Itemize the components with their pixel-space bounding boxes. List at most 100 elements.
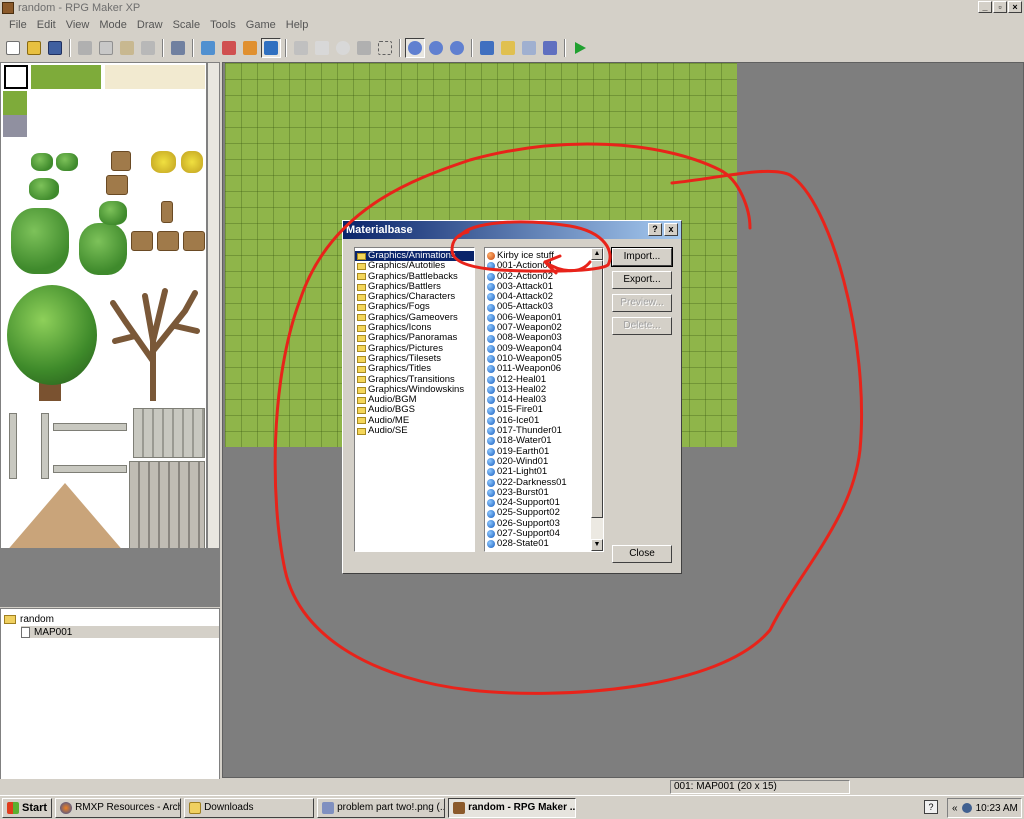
menu-edit[interactable]: Edit bbox=[32, 19, 61, 31]
rectangle-button[interactable] bbox=[312, 38, 332, 58]
task-rpg-maker[interactable]: random - RPG Maker ... bbox=[448, 797, 577, 818]
tile-stump[interactable] bbox=[106, 175, 128, 195]
layer3-button[interactable] bbox=[240, 38, 260, 58]
tile-dead-tree[interactable] bbox=[105, 281, 201, 401]
dialog-help-button[interactable]: ? bbox=[648, 223, 662, 236]
open-project-button[interactable] bbox=[24, 38, 44, 58]
tile-post[interactable] bbox=[161, 201, 173, 223]
dialog-title-bar: Materialbase ? x bbox=[343, 221, 681, 239]
events-layer-button[interactable] bbox=[261, 38, 281, 58]
tile-logs[interactable] bbox=[157, 231, 179, 251]
tile-stump[interactable] bbox=[111, 151, 131, 171]
file-list-item[interactable]: 021-Light01 bbox=[485, 466, 603, 477]
rectangle-icon bbox=[315, 41, 329, 55]
tile-yellow-bush[interactable] bbox=[151, 151, 176, 173]
file-list[interactable]: Kirby ice stuff 001-Action01 002-Action02 0… bbox=[484, 247, 604, 552]
tile-bush[interactable] bbox=[29, 178, 59, 200]
playtest-button[interactable] bbox=[570, 38, 590, 58]
preview-button[interactable]: Preview... bbox=[612, 294, 672, 312]
paste-button[interactable] bbox=[117, 38, 137, 58]
zoom-1-4-button[interactable] bbox=[447, 38, 467, 58]
map-tree-project[interactable]: random bbox=[4, 613, 54, 625]
tile-logs[interactable] bbox=[183, 231, 205, 251]
scroll-down-arrow[interactable]: ▼ bbox=[591, 539, 603, 551]
scroll-up-arrow[interactable]: ▲ bbox=[591, 248, 603, 260]
file-list-scrollbar[interactable]: ▲ ▼ bbox=[591, 248, 603, 551]
save-button[interactable] bbox=[45, 38, 65, 58]
tile-hedge[interactable] bbox=[79, 223, 127, 275]
folder-list-item[interactable]: Audio/SE bbox=[355, 425, 474, 436]
pencil-button[interactable] bbox=[291, 38, 311, 58]
tile-logs[interactable] bbox=[131, 231, 153, 251]
tile-fence-rail[interactable] bbox=[53, 465, 127, 473]
menu-file[interactable]: File bbox=[4, 19, 32, 31]
dialog-close-button[interactable]: x bbox=[664, 223, 678, 236]
menu-draw[interactable]: Draw bbox=[132, 19, 168, 31]
tile-fence-rail[interactable] bbox=[53, 423, 127, 431]
tile-bush[interactable] bbox=[99, 201, 127, 225]
script-editor-button[interactable] bbox=[519, 38, 539, 58]
new-project-button[interactable] bbox=[3, 38, 23, 58]
layer2-button[interactable] bbox=[219, 38, 239, 58]
app-icon[interactable] bbox=[2, 2, 14, 14]
restore-button[interactable]: ▫ bbox=[993, 1, 1007, 13]
tile-bush[interactable] bbox=[31, 153, 53, 171]
materialbase-button[interactable] bbox=[498, 38, 518, 58]
menu-tools[interactable]: Tools bbox=[205, 19, 241, 31]
tile-fence-post[interactable] bbox=[41, 413, 49, 479]
folder-icon bbox=[357, 345, 366, 353]
autotile-grass[interactable] bbox=[31, 65, 101, 89]
start-button[interactable]: Start bbox=[2, 797, 53, 818]
delete-button[interactable] bbox=[138, 38, 158, 58]
tile-flowers-row[interactable] bbox=[105, 65, 205, 89]
zoom-1-2-button[interactable] bbox=[426, 38, 446, 58]
network-icon[interactable] bbox=[961, 803, 972, 813]
task-downloads[interactable]: Downloads bbox=[184, 797, 315, 818]
tile-wooden-planks[interactable] bbox=[133, 408, 205, 458]
tile-wooden-wall[interactable] bbox=[129, 461, 205, 548]
autotile-grass-2[interactable] bbox=[3, 91, 27, 115]
tile-green-tree[interactable] bbox=[7, 285, 97, 385]
undo-button[interactable] bbox=[168, 38, 188, 58]
selected-tile-cursor[interactable] bbox=[4, 65, 28, 89]
clock[interactable]: 10:23 AM bbox=[976, 803, 1018, 814]
task-firefox[interactable]: RMXP Resources - Archiv... bbox=[55, 797, 182, 818]
map-tree[interactable]: random MAP001 bbox=[0, 608, 220, 795]
tile-yellow-bush[interactable] bbox=[181, 151, 203, 173]
folder-list[interactable]: Graphics/Animations Graphics/Autotiles Gra… bbox=[354, 247, 475, 552]
tileset-palette[interactable] bbox=[0, 62, 207, 549]
tile-bush[interactable] bbox=[56, 153, 78, 171]
layer1-button[interactable] bbox=[198, 38, 218, 58]
task-image-viewer[interactable]: problem part two!.png (... bbox=[317, 797, 446, 818]
close-button[interactable]: × bbox=[1008, 1, 1022, 13]
ellipse-button[interactable] bbox=[333, 38, 353, 58]
file-list-item[interactable]: 028-State01 bbox=[485, 539, 603, 549]
menu-scale[interactable]: Scale bbox=[168, 19, 206, 31]
menu-help[interactable]: Help bbox=[281, 19, 314, 31]
minimize-button[interactable]: _ bbox=[978, 1, 992, 13]
database-button[interactable] bbox=[477, 38, 497, 58]
scroll-thumb[interactable] bbox=[591, 260, 603, 518]
folder-icon bbox=[189, 801, 202, 814]
tile-tent[interactable] bbox=[5, 483, 125, 548]
import-button[interactable]: Import... bbox=[611, 247, 673, 267]
select-button[interactable] bbox=[375, 38, 395, 58]
tile-fence-post[interactable] bbox=[9, 413, 17, 479]
dialog-close-text-button[interactable]: Close bbox=[612, 545, 672, 563]
map-tree-item-map001[interactable]: MAP001 bbox=[21, 626, 219, 638]
help-icon[interactable]: ? bbox=[924, 800, 938, 814]
tile-hedge[interactable] bbox=[11, 208, 69, 274]
sound-test-button[interactable] bbox=[540, 38, 560, 58]
copy-button[interactable] bbox=[96, 38, 116, 58]
fill-button[interactable] bbox=[354, 38, 374, 58]
export-button[interactable]: Export... bbox=[612, 271, 672, 289]
autotile-rock[interactable] bbox=[3, 115, 27, 137]
menu-view[interactable]: View bbox=[61, 19, 95, 31]
menu-mode[interactable]: Mode bbox=[94, 19, 132, 31]
tileset-scrollbar[interactable] bbox=[207, 62, 220, 549]
zoom-1-1-button[interactable] bbox=[405, 38, 425, 58]
delete-button[interactable]: Delete... bbox=[612, 317, 672, 335]
tray-expand-chevron[interactable]: « bbox=[952, 803, 958, 814]
cut-button[interactable] bbox=[75, 38, 95, 58]
menu-game[interactable]: Game bbox=[241, 19, 281, 31]
